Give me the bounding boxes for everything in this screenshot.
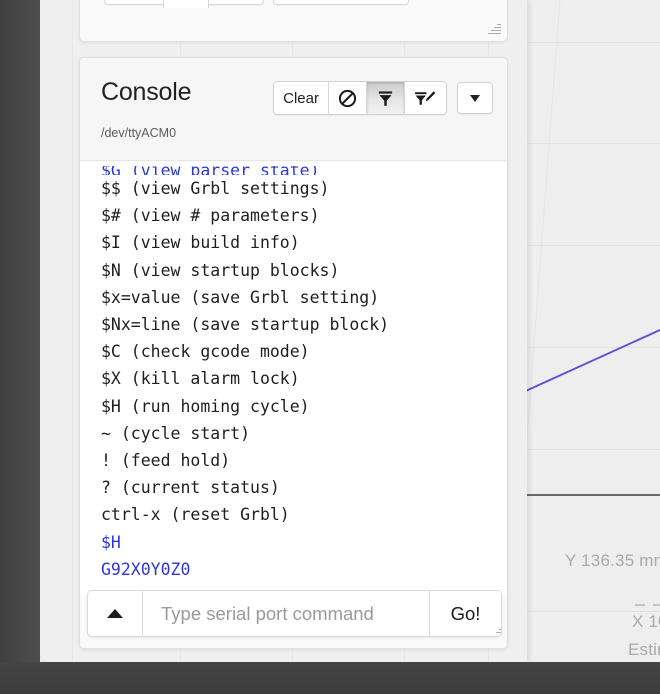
log-line: $x=value (save Grbl setting) bbox=[101, 287, 380, 307]
filter-edit-button[interactable] bbox=[405, 82, 446, 114]
log-line: ! (feed hold) bbox=[101, 451, 231, 471]
log-line: ? (current status) bbox=[101, 478, 280, 498]
console-toolbar: Clear bbox=[273, 81, 493, 115]
console-log[interactable]: $G (view parser state) $$ (view Grbl set… bbox=[80, 162, 507, 596]
block-button[interactable] bbox=[329, 82, 367, 114]
clear-label: Clear bbox=[283, 89, 319, 107]
console-header: Console /dev/ttyACM0 Clear bbox=[80, 58, 507, 161]
log-line: $N (view startup blocks) bbox=[101, 260, 340, 280]
filter-pencil-icon bbox=[415, 90, 436, 105]
override-card: Feed Rate Override Tool Changes bbox=[79, 0, 508, 42]
panel-resize-handle[interactable] bbox=[488, 22, 501, 35]
console-button-group: Clear bbox=[273, 81, 447, 115]
console-menu-button[interactable] bbox=[457, 82, 493, 114]
clear-button[interactable]: Clear bbox=[274, 82, 329, 114]
console-title: Console bbox=[101, 78, 192, 106]
override-button-row: Feed Rate Override Tool Changes bbox=[104, 0, 409, 5]
chevron-down-icon bbox=[470, 94, 480, 102]
serial-command-input[interactable] bbox=[143, 591, 429, 636]
console-resize-handle[interactable] bbox=[496, 621, 501, 634]
log-line: ~ (cycle start) bbox=[101, 423, 251, 443]
log-line: $# (view # parameters) bbox=[101, 206, 320, 226]
console-input-bar: Go! bbox=[87, 590, 502, 637]
send-command-button[interactable]: Go! bbox=[429, 591, 501, 636]
window-bottom-chrome bbox=[0, 662, 660, 694]
log-line: $G (view parser state) bbox=[101, 166, 507, 175]
console-serial-port: /dev/ttyACM0 bbox=[101, 126, 177, 140]
console-panel: Console /dev/ttyACM0 Clear $$ (view Grbl… bbox=[79, 57, 508, 649]
viewport-estimate-label: Estima bbox=[628, 640, 660, 659]
no-entry-icon bbox=[338, 89, 357, 107]
log-line: ctrl-x (reset Grbl) bbox=[101, 505, 290, 525]
tooltip-popover bbox=[163, 0, 209, 8]
log-line: $I (view build info) bbox=[101, 233, 300, 253]
caret-up-icon bbox=[107, 609, 123, 618]
command-history-button[interactable] bbox=[88, 591, 143, 636]
app-screen: Y 136.35 mm X 100. Estima Feed Rate Over… bbox=[0, 0, 660, 694]
log-line: $C (check gcode mode) bbox=[101, 342, 310, 362]
panel-seam bbox=[72, 0, 73, 662]
log-line: $$ (view Grbl settings) bbox=[101, 179, 330, 198]
filter-icon bbox=[378, 90, 393, 106]
log-line: $Nx=line (save startup block) bbox=[101, 315, 390, 335]
log-line: $X (kill alarm lock) bbox=[101, 369, 300, 389]
log-line: $H bbox=[101, 532, 121, 552]
window-left-chrome bbox=[0, 0, 40, 694]
viewport-x-readout: X 100. bbox=[632, 612, 660, 631]
log-line: G92X0Y0Z0 bbox=[101, 559, 191, 579]
viewport-y-readout: Y 136.35 mm bbox=[565, 551, 660, 570]
filter-button[interactable] bbox=[367, 82, 405, 114]
tool-changes-button[interactable]: Tool Changes bbox=[273, 0, 409, 5]
go-label: Go! bbox=[450, 602, 481, 624]
log-line: $H (run homing cycle) bbox=[101, 396, 310, 416]
